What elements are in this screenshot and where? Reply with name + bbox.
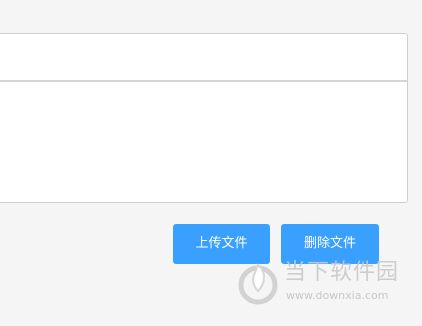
file-list-header bbox=[0, 34, 407, 82]
upload-file-button[interactable]: 上传文件 bbox=[173, 224, 270, 264]
file-list-panel bbox=[0, 33, 408, 203]
delete-file-button[interactable]: 删除文件 bbox=[281, 224, 379, 264]
file-list-body bbox=[0, 82, 407, 202]
watermark-url: www.downxia.com bbox=[286, 289, 389, 302]
watermark: 当下软件园 www.downxia.com bbox=[236, 259, 406, 307]
watermark-title: 当下软件园 bbox=[284, 260, 400, 285]
watermark-logo-icon bbox=[238, 263, 278, 305]
